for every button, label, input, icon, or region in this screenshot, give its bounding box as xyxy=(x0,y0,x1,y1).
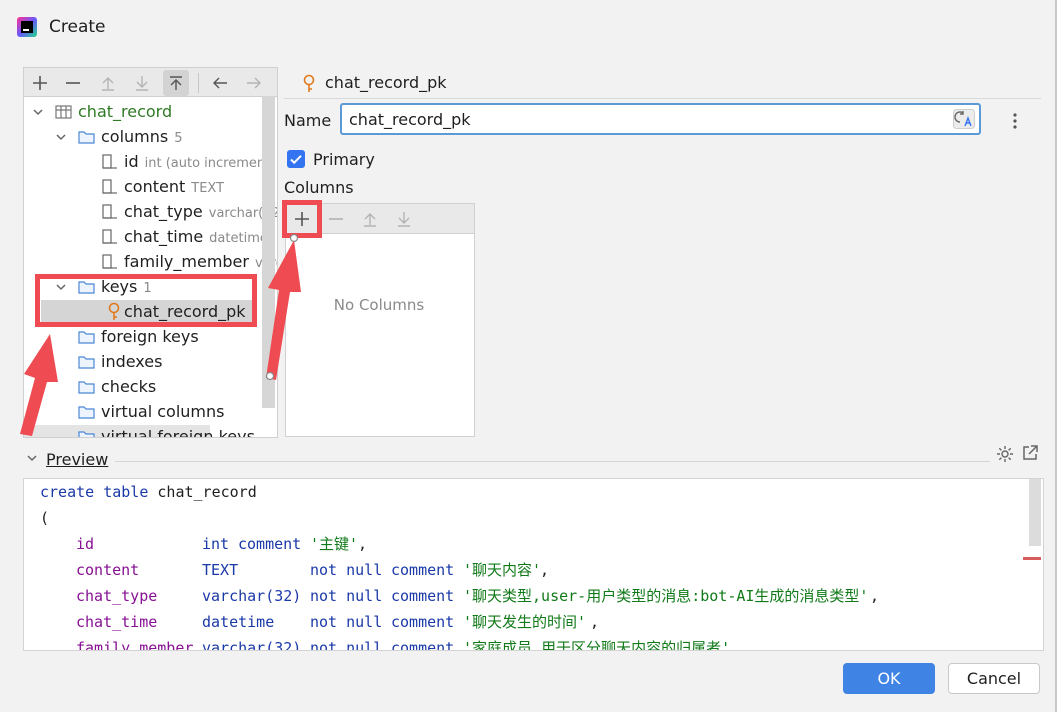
tree-item-foreign-keys[interactable]: foreign keys xyxy=(24,325,264,349)
empty-list-text: No Columns xyxy=(333,296,425,314)
tree-item-column[interactable]: content TEXT xyxy=(24,175,264,199)
window-title: Create xyxy=(49,17,106,37)
error-stripe-marker[interactable] xyxy=(1023,557,1041,560)
open-in-window-icon[interactable] xyxy=(1021,444,1039,462)
preview-scrollbar[interactable] xyxy=(1029,479,1041,546)
app-logo-icon xyxy=(17,17,37,37)
column-name: chat_type xyxy=(124,202,203,221)
tree-item-column[interactable]: chat_time datetime xyxy=(24,225,268,249)
tree-folder-label: virtual columns xyxy=(101,402,225,421)
tree-item-checks[interactable]: checks xyxy=(24,375,264,399)
preview-toggle[interactable]: Preview xyxy=(46,450,108,469)
tree-item-table[interactable]: chat_record xyxy=(24,100,264,124)
checkmark-icon xyxy=(290,155,302,165)
table-icon xyxy=(55,105,72,119)
column-name: family_member xyxy=(124,252,249,271)
gear-icon[interactable] xyxy=(995,444,1015,464)
tree-folder-label: foreign keys xyxy=(101,327,199,346)
annotation-highlight-box xyxy=(35,274,257,327)
add-icon[interactable] xyxy=(27,70,53,96)
move-down-icon[interactable] xyxy=(129,70,155,96)
column-type: datetime xyxy=(209,231,268,246)
folder-icon xyxy=(78,431,95,437)
ok-button[interactable]: OK xyxy=(843,663,935,694)
editor-header-title: chat_record_pk xyxy=(325,73,447,92)
name-label: Name xyxy=(284,111,332,130)
forward-icon[interactable] xyxy=(241,70,267,96)
primary-label: Primary xyxy=(313,150,375,169)
key-icon xyxy=(303,74,315,92)
column-icon xyxy=(102,254,117,269)
cancel-button[interactable]: Cancel xyxy=(948,663,1040,694)
tree-item-indexes[interactable]: indexes xyxy=(24,350,264,374)
column-icon xyxy=(102,179,117,194)
structure-tree: chat_record columns 5 id int (auto increme… xyxy=(23,96,278,438)
tree-item-column[interactable]: family_membervarchar xyxy=(24,250,277,274)
header-divider xyxy=(284,98,1041,99)
column-name: chat_time xyxy=(124,227,204,246)
folder-icon xyxy=(78,381,95,394)
annotation-highlight-box xyxy=(282,200,322,238)
columns-label: Columns xyxy=(284,178,354,197)
tree-columns-label: columns xyxy=(101,127,169,146)
column-icon xyxy=(102,204,117,219)
sql-preview-editor[interactable]: create table chat_record ( id int comment '… xyxy=(23,478,1044,651)
move-top-icon[interactable] xyxy=(163,70,189,96)
chevron-down-icon[interactable] xyxy=(32,106,44,118)
more-options-icon[interactable] xyxy=(1007,110,1023,132)
tree-item-column[interactable]: id int (auto increment) xyxy=(24,150,275,174)
primary-checkbox[interactable] xyxy=(287,150,305,168)
folder-icon xyxy=(78,131,95,144)
column-name: id xyxy=(124,152,139,171)
back-icon[interactable] xyxy=(207,70,233,96)
column-type: int (auto increment) xyxy=(144,156,276,171)
chevron-down-icon[interactable] xyxy=(26,452,38,464)
code-line: create table chat_record xyxy=(40,483,257,501)
tree-item-column[interactable]: chat_type varchar(32) xyxy=(24,200,277,224)
key-columns-list[interactable] xyxy=(285,233,475,437)
tree-table-label: chat_record xyxy=(78,102,173,121)
preview-divider xyxy=(115,461,990,462)
code-line: ( xyxy=(40,509,50,527)
folder-icon xyxy=(78,331,95,344)
move-up-icon[interactable] xyxy=(95,70,121,96)
move-column-down-icon[interactable] xyxy=(391,206,417,232)
tree-folder-label: indexes xyxy=(101,352,163,371)
column-icon xyxy=(102,154,117,169)
column-type: TEXT xyxy=(191,181,225,196)
tree-folder-label: virtual foreign keys xyxy=(101,427,255,438)
name-input[interactable] xyxy=(340,103,981,135)
folder-icon xyxy=(78,356,95,369)
folder-icon xyxy=(78,406,95,419)
tree-item-virtual-foreign-keys[interactable]: virtual foreign keys xyxy=(24,425,255,437)
title-bar xyxy=(0,0,1057,56)
tree-columns-count: 5 xyxy=(174,131,183,146)
tree-toolbar xyxy=(23,67,278,97)
move-column-up-icon[interactable] xyxy=(357,206,383,232)
tree-item-columns-folder[interactable]: columns 5 xyxy=(24,125,264,149)
column-icon xyxy=(102,229,117,244)
chevron-down-icon[interactable] xyxy=(55,131,67,143)
tree-item-virtual-columns[interactable]: virtual columns xyxy=(24,400,264,424)
remove-column-icon[interactable] xyxy=(323,206,349,232)
column-name: content xyxy=(124,177,186,196)
tree-folder-label: checks xyxy=(101,377,157,396)
toolbar-separator xyxy=(198,73,199,93)
remove-icon[interactable] xyxy=(60,70,86,96)
name-suggestion-icon[interactable] xyxy=(953,109,975,129)
tree-scrollbar[interactable] xyxy=(262,96,275,408)
